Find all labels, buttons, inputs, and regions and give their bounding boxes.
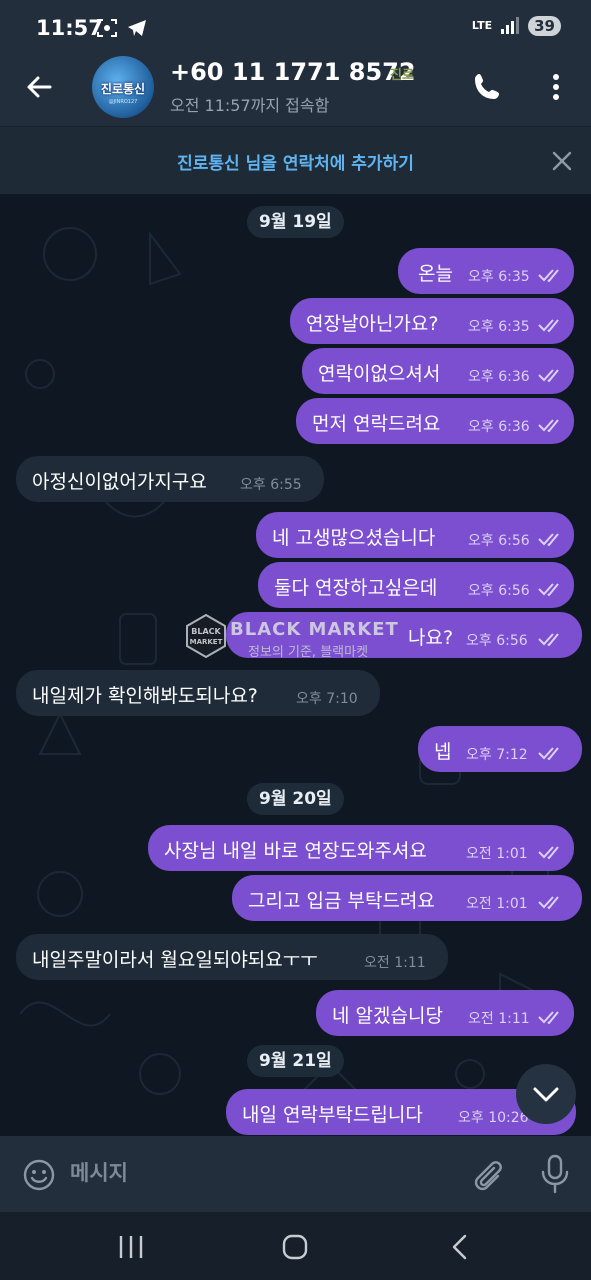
message-input[interactable] [70, 1154, 450, 1192]
message-text: 사장님 내일 바로 연장도와주셔요 [164, 840, 427, 862]
message-bubble-outgoing[interactable]: 연락이없으셔서 오후 6:36 [302, 348, 574, 394]
message-bubble-outgoing[interactable]: 네 알겠습니당 오전 1:11 [316, 990, 574, 1036]
read-checkmarks-icon [538, 419, 559, 432]
close-icon[interactable] [550, 149, 574, 173]
recent-apps-icon[interactable] [116, 1232, 146, 1262]
message-text: 네 고생많으셨습니다 [272, 527, 436, 549]
read-checkmarks-icon [538, 633, 559, 646]
message-time: 오후 6:56 [468, 583, 530, 599]
message-time: 오후 7:12 [466, 747, 528, 763]
battery-level: 39 [528, 16, 561, 36]
screenshot-icon [97, 19, 117, 37]
message-text: 넵 [434, 741, 452, 763]
read-checkmarks-icon [538, 1011, 559, 1024]
telegram-icon [128, 20, 146, 36]
date-separator: 9월 19일 [247, 206, 344, 238]
more-menu-icon[interactable] [544, 70, 568, 104]
watermark-subtitle: 정보의 기준, 블랙마켓 [248, 645, 369, 660]
message-time: 오전 1:01 [466, 846, 528, 862]
chat-header: 진로통신 @JINRO127 +60 11 1771 8572 진로 오전 11… [0, 52, 591, 126]
message-time: 오후 6:56 [468, 533, 530, 549]
message-time: 오후 6:56 [466, 633, 528, 649]
read-checkmarks-icon [538, 846, 559, 859]
last-seen-status: 오전 11:57까지 접속함 [170, 96, 330, 115]
status-right: LTE 39 [472, 16, 561, 36]
svg-text:BLACK: BLACK [191, 627, 221, 636]
message-text: 네 알겠습니당 [332, 1005, 443, 1027]
svg-text:MARKET: MARKET [190, 638, 223, 646]
message-time: 오후 6:36 [468, 369, 530, 385]
message-bubble-outgoing[interactable]: 둘다 연장하고싶은데 오후 6:56 [258, 562, 574, 608]
message-composer [0, 1136, 591, 1212]
message-time: 오후 7:10 [296, 691, 358, 707]
message-bubble-outgoing[interactable]: 넵 오후 7:12 [418, 726, 582, 772]
message-text: 나요? [408, 627, 454, 649]
read-checkmarks-icon [538, 747, 559, 760]
message-text: 아정신이없어가지구요 [32, 471, 207, 493]
avatar[interactable]: 진로통신 @JINRO127 [92, 56, 154, 118]
emoji-icon[interactable] [22, 1158, 56, 1192]
watermark-title: BLACK MARKET [230, 619, 399, 640]
message-bubble-outgoing[interactable]: 연장날아닌가요? 오후 6:35 [290, 298, 574, 344]
message-text: 내일주말이라서 월요일되야되요ㅜㅜ [32, 949, 318, 971]
message-time: 오후 6:36 [468, 419, 530, 435]
avatar-label: 진로통신 [100, 82, 146, 96]
message-text: 온늘 [418, 263, 453, 285]
message-bubble-outgoing[interactable]: 사장님 내일 바로 연장도와주셔요 오전 1:01 [148, 825, 574, 871]
message-bubble-outgoing[interactable]: 온늘 오후 6:35 [398, 248, 574, 294]
contact-tag: 진로 [390, 68, 414, 83]
watermark: BLACK MARKET BLACK MARKET 정보의 기준, 블랙마켓 [184, 614, 414, 664]
chevron-down-icon [533, 1087, 559, 1102]
message-text: 먼저 연락드려요 [312, 413, 441, 435]
back-nav-icon[interactable] [446, 1232, 476, 1262]
message-bubble-incoming[interactable]: 내일주말이라서 월요일되야되요ㅜㅜ 오전 1:11 [16, 934, 448, 980]
message-text: 내일 연락부탁드립니다 [242, 1104, 423, 1126]
message-list[interactable]: 9월 19일 9월 20일 9월 21일 온늘 오후 6:35 연장날아닌가요?… [0, 194, 591, 1136]
read-checkmarks-icon [538, 896, 559, 909]
watermark-badge-logo: BLACK MARKET [186, 614, 226, 658]
back-arrow-icon[interactable] [22, 70, 56, 104]
microphone-icon[interactable] [540, 1154, 570, 1194]
add-contact-link[interactable]: 진로통신 님을 연락처에 추가하기 [0, 149, 591, 174]
read-checkmarks-icon [538, 269, 559, 282]
message-time: 오전 1:11 [468, 1011, 530, 1027]
message-text: 연장날아닌가요? [306, 313, 439, 335]
message-bubble-outgoing[interactable]: 그리고 입금 부탁드려요 오전 1:01 [232, 875, 582, 921]
message-time: 오전 1:11 [364, 955, 426, 971]
system-navigation-bar [0, 1212, 591, 1280]
read-checkmarks-icon [538, 319, 559, 332]
phone-icon[interactable] [470, 70, 504, 104]
status-time: 11:57 [36, 16, 103, 40]
home-icon[interactable] [280, 1232, 310, 1262]
date-separator: 9월 20일 [247, 783, 344, 815]
avatar-sublabel: @JINRO127 [108, 99, 138, 105]
signal-icon [501, 17, 520, 34]
message-text: 그리고 입금 부탁드려요 [248, 890, 435, 912]
network-label: LTE [471, 19, 493, 32]
message-text: 연락이없으셔서 [318, 363, 441, 385]
message-text: 둘다 연장하고싶은데 [274, 577, 438, 599]
status-bar: 11:57 LTE 39 [0, 0, 591, 52]
read-checkmarks-icon [538, 583, 559, 596]
paperclip-icon[interactable] [470, 1156, 504, 1192]
contact-name[interactable]: +60 11 1771 8572 [170, 58, 416, 86]
read-checkmarks-icon [538, 369, 559, 382]
message-time: 오후 6:35 [468, 319, 530, 335]
message-bubble-outgoing[interactable]: 네 고생많으셨습니다 오후 6:56 [256, 512, 574, 558]
message-time: 오전 1:01 [466, 896, 528, 912]
message-bubble-incoming[interactable]: 내일제가 확인해봐도되나요? 오후 7:10 [16, 670, 380, 716]
message-text: 내일제가 확인해봐도되나요? [32, 685, 258, 707]
add-contact-bar: 진로통신 님을 연락처에 추가하기 [0, 126, 591, 194]
date-separator: 9월 21일 [247, 1045, 344, 1077]
message-bubble-outgoing[interactable]: 먼저 연락드려요 오후 6:36 [296, 398, 574, 444]
message-bubble-incoming[interactable]: 아정신이없어가지구요 오후 6:55 [16, 456, 324, 502]
read-checkmarks-icon [538, 533, 559, 546]
message-time: 오후 6:55 [240, 477, 302, 493]
scroll-to-bottom-button[interactable] [516, 1064, 576, 1124]
message-time: 오후 6:35 [468, 269, 530, 285]
